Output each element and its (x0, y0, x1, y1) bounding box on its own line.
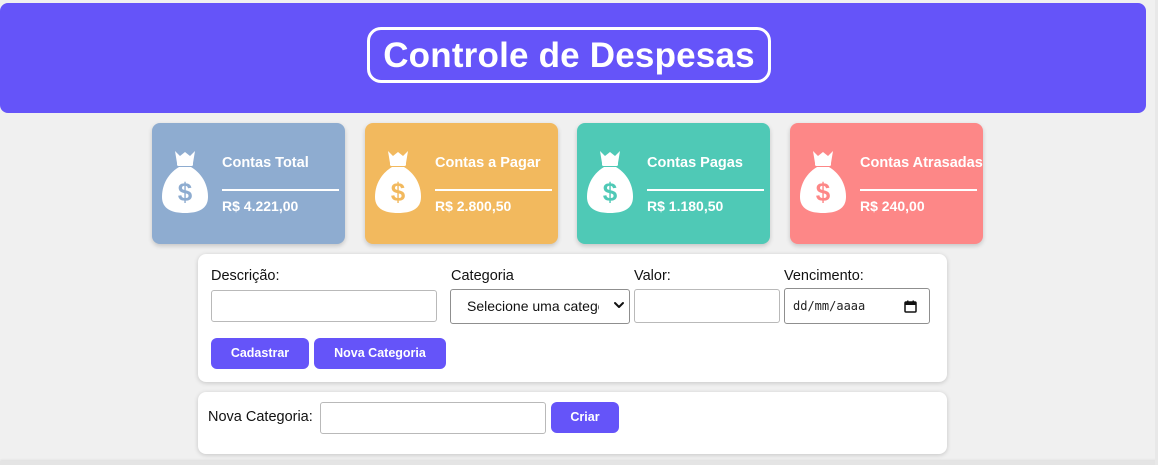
svg-text:$: $ (816, 177, 831, 207)
descricao-input[interactable] (211, 290, 437, 322)
header-banner: Controle de Despesas (0, 3, 1146, 113)
card-label: Contas a Pagar (435, 155, 541, 171)
categoria-select[interactable]: Selecione uma categoria (450, 289, 630, 324)
card-divider (222, 189, 339, 191)
card-label: Contas Total (222, 155, 309, 171)
card-contas-total: $ Contas Total R$ 4.221,00 (152, 123, 345, 244)
calendar-icon[interactable] (904, 300, 917, 313)
cadastrar-button[interactable]: Cadastrar (211, 338, 309, 369)
chevron-down-icon (614, 302, 624, 308)
card-amount: R$ 1.180,50 (647, 198, 724, 214)
money-bag-icon: $ (800, 151, 846, 213)
card-contas-a-pagar: $ Contas a Pagar R$ 2.800,50 (365, 123, 558, 244)
card-amount: R$ 2.800,50 (435, 198, 512, 214)
nova-categoria-label: Nova Categoria: (208, 409, 313, 425)
valor-label: Valor: (634, 268, 671, 284)
card-label: Contas Pagas (647, 155, 743, 171)
valor-input[interactable] (634, 289, 780, 323)
nova-categoria-input[interactable] (320, 402, 546, 434)
expense-form-panel: Descrição: Categoria Selecione uma categ… (198, 254, 947, 382)
money-bag-icon: $ (587, 151, 633, 213)
vencimento-date-input[interactable]: dd/mm/aaaa (784, 288, 930, 324)
categoria-label: Categoria (451, 268, 514, 284)
card-amount: R$ 240,00 (860, 198, 925, 214)
card-contas-atrasadas: $ Contas Atrasadas R$ 240,00 (790, 123, 983, 244)
svg-text:$: $ (178, 177, 193, 207)
card-label: Contas Atrasadas (860, 155, 983, 171)
page-title: Controle de Despesas (367, 27, 771, 83)
money-bag-icon: $ (162, 151, 208, 213)
nova-categoria-button[interactable]: Nova Categoria (314, 338, 446, 369)
card-divider (435, 189, 552, 191)
card-contas-pagas: $ Contas Pagas R$ 1.180,50 (577, 123, 770, 244)
bottom-edge (0, 461, 1158, 465)
svg-text:$: $ (391, 177, 406, 207)
date-placeholder: dd/mm/aaaa (793, 299, 866, 313)
vencimento-label: Vencimento: (784, 268, 864, 284)
descricao-label: Descrição: (211, 268, 280, 284)
categoria-selected-value: Selecione uma categoria (467, 298, 599, 314)
svg-text:$: $ (603, 177, 618, 207)
criar-button[interactable]: Criar (551, 402, 619, 433)
card-divider (860, 189, 977, 191)
category-form-panel: Nova Categoria: Criar (198, 392, 947, 454)
card-amount: R$ 4.221,00 (222, 198, 299, 214)
card-divider (647, 189, 764, 191)
money-bag-icon: $ (375, 151, 421, 213)
